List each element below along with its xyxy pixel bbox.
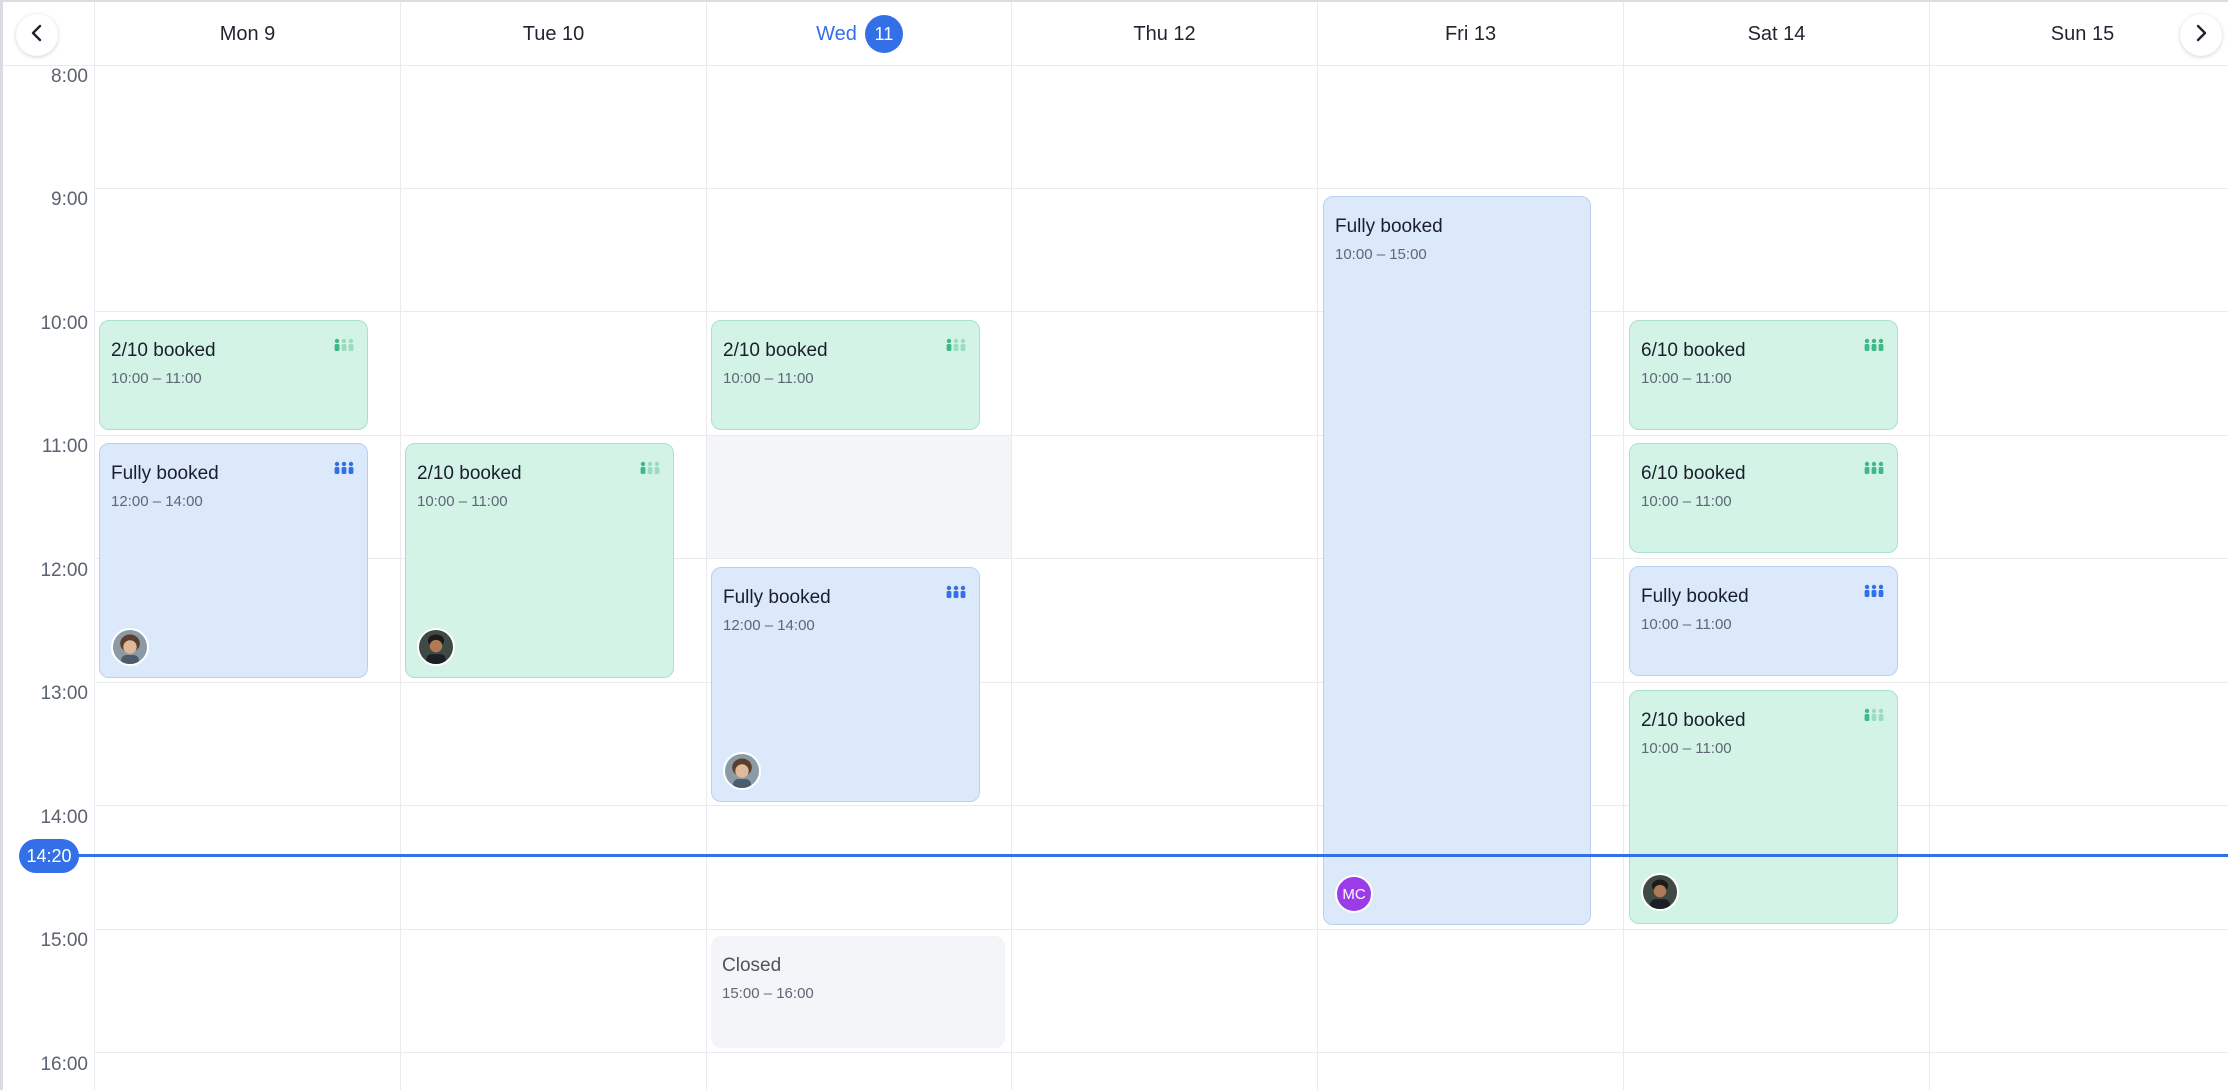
event-time: 10:00 – 11:00 <box>1641 493 1732 510</box>
column-divider <box>706 66 707 1090</box>
event-card[interactable]: Fully booked 12:00 – 14:00 <box>99 443 368 678</box>
group-icon <box>1864 338 1884 357</box>
event-time: 12:00 – 14:00 <box>723 617 815 634</box>
closed-slot: Closed 15:00 – 16:00 <box>711 936 1005 1048</box>
event-time: 12:00 – 14:00 <box>111 493 203 510</box>
event-time: 10:00 – 15:00 <box>1335 246 1427 263</box>
day-label: Wed <box>816 22 857 45</box>
unavailable-slot <box>707 436 1011 558</box>
event-title: Fully booked <box>1641 586 1749 607</box>
event-title: Fully booked <box>1335 216 1443 237</box>
today-badge: 11 <box>864 15 903 53</box>
event-title: 2/10 booked <box>1641 710 1746 731</box>
avatar[interactable] <box>723 752 761 790</box>
group-icon <box>334 461 354 480</box>
day-label: Thu 12 <box>1133 22 1196 45</box>
chevron-left-icon <box>26 22 48 49</box>
event-time: 10:00 – 11:00 <box>111 370 202 387</box>
grid-line <box>94 805 2228 806</box>
event-time: 10:00 – 11:00 <box>1641 616 1732 633</box>
avatar[interactable] <box>417 628 455 666</box>
event-card[interactable]: 2/10 booked 10:00 – 11:00 <box>99 320 368 430</box>
event-title: 6/10 booked <box>1641 463 1746 484</box>
day-label: Mon 9 <box>219 22 276 45</box>
current-time-badge: 14:20 <box>19 839 79 873</box>
grid-line <box>94 311 2228 312</box>
event-title: 2/10 booked <box>723 340 828 361</box>
event-card[interactable]: 2/10 booked 10:00 – 11:00 <box>1629 690 1898 924</box>
column-divider <box>94 66 95 1090</box>
event-title: 6/10 booked <box>1641 340 1746 361</box>
current-time-line <box>21 854 2228 857</box>
column-divider <box>400 66 401 1090</box>
event-card[interactable]: 2/10 booked 10:00 – 11:00 <box>711 320 980 430</box>
hour-label: 13:00 <box>40 683 88 704</box>
calendar-week-view: 8:00 9:00 10:00 11:00 12:00 13:00 14:00 … <box>0 0 2228 1090</box>
day-label: Sat 14 <box>1747 22 1806 45</box>
group-icon <box>1864 708 1884 727</box>
group-icon <box>640 461 660 480</box>
group-icon <box>946 585 966 604</box>
grid-line <box>94 1052 2228 1053</box>
event-card[interactable]: Fully booked 10:00 – 15:00 MC <box>1323 196 1591 925</box>
column-divider <box>1623 66 1624 1090</box>
previous-week-button[interactable] <box>16 14 58 56</box>
grid-line <box>94 682 2228 683</box>
hour-label: 12:00 <box>40 560 88 581</box>
hour-label: 14:00 <box>40 807 88 828</box>
day-label: Fri 13 <box>1444 22 1497 45</box>
event-time: 15:00 – 16:00 <box>722 985 814 1002</box>
avatar[interactable] <box>111 628 149 666</box>
event-card[interactable]: 6/10 booked 10:00 – 11:00 <box>1629 320 1898 430</box>
column-divider <box>1317 66 1318 1090</box>
day-header-sat[interactable]: Sat 14 <box>1623 2 1929 66</box>
hour-label: 10:00 <box>40 313 88 334</box>
week-header: Mon 9 Tue 10 Wed 11 Thu 12 Fri 13 Sat 14… <box>3 2 2228 66</box>
next-week-button[interactable] <box>2180 14 2222 56</box>
day-label: Tue 10 <box>522 22 585 45</box>
hour-label: 16:00 <box>40 1054 88 1075</box>
event-title: Fully booked <box>723 587 831 608</box>
event-title: Fully booked <box>111 463 219 484</box>
event-time: 10:00 – 11:00 <box>1641 740 1732 757</box>
event-time: 10:00 – 11:00 <box>1641 370 1732 387</box>
event-title: 2/10 booked <box>417 463 522 484</box>
column-divider <box>1011 66 1012 1090</box>
event-card[interactable]: Fully booked 12:00 – 14:00 <box>711 567 980 802</box>
chevron-right-icon <box>2190 22 2212 49</box>
event-card[interactable]: 2/10 booked 10:00 – 11:00 <box>405 443 674 678</box>
event-title: 2/10 booked <box>111 340 216 361</box>
event-card[interactable]: Fully booked 10:00 – 11:00 <box>1629 566 1898 676</box>
grid-line <box>94 929 2228 930</box>
day-header-mon[interactable]: Mon 9 <box>94 2 400 66</box>
hour-label: 9:00 <box>51 189 88 210</box>
grid-line <box>94 435 2228 436</box>
avatar[interactable] <box>1641 873 1679 911</box>
column-divider <box>1929 66 1930 1090</box>
event-title: Closed <box>722 955 782 976</box>
hour-label: 15:00 <box>40 930 88 951</box>
hour-label: 11:00 <box>41 436 88 457</box>
hour-label: 8:00 <box>51 66 88 87</box>
day-header-tue[interactable]: Tue 10 <box>400 2 706 66</box>
avatar[interactable]: MC <box>1335 875 1373 913</box>
event-time: 10:00 – 11:00 <box>723 370 814 387</box>
day-header-fri[interactable]: Fri 13 <box>1317 2 1623 66</box>
event-card[interactable]: 6/10 booked 10:00 – 11:00 <box>1629 443 1898 553</box>
grid-line <box>94 188 2228 189</box>
group-icon <box>334 338 354 357</box>
day-label: Sun 15 <box>2050 22 2115 45</box>
group-icon <box>1864 461 1884 480</box>
day-header-thu[interactable]: Thu 12 <box>1011 2 1317 66</box>
group-icon <box>1864 584 1884 603</box>
event-time: 10:00 – 11:00 <box>417 493 508 510</box>
day-header-wed[interactable]: Wed 11 <box>706 2 1012 66</box>
group-icon <box>946 338 966 357</box>
